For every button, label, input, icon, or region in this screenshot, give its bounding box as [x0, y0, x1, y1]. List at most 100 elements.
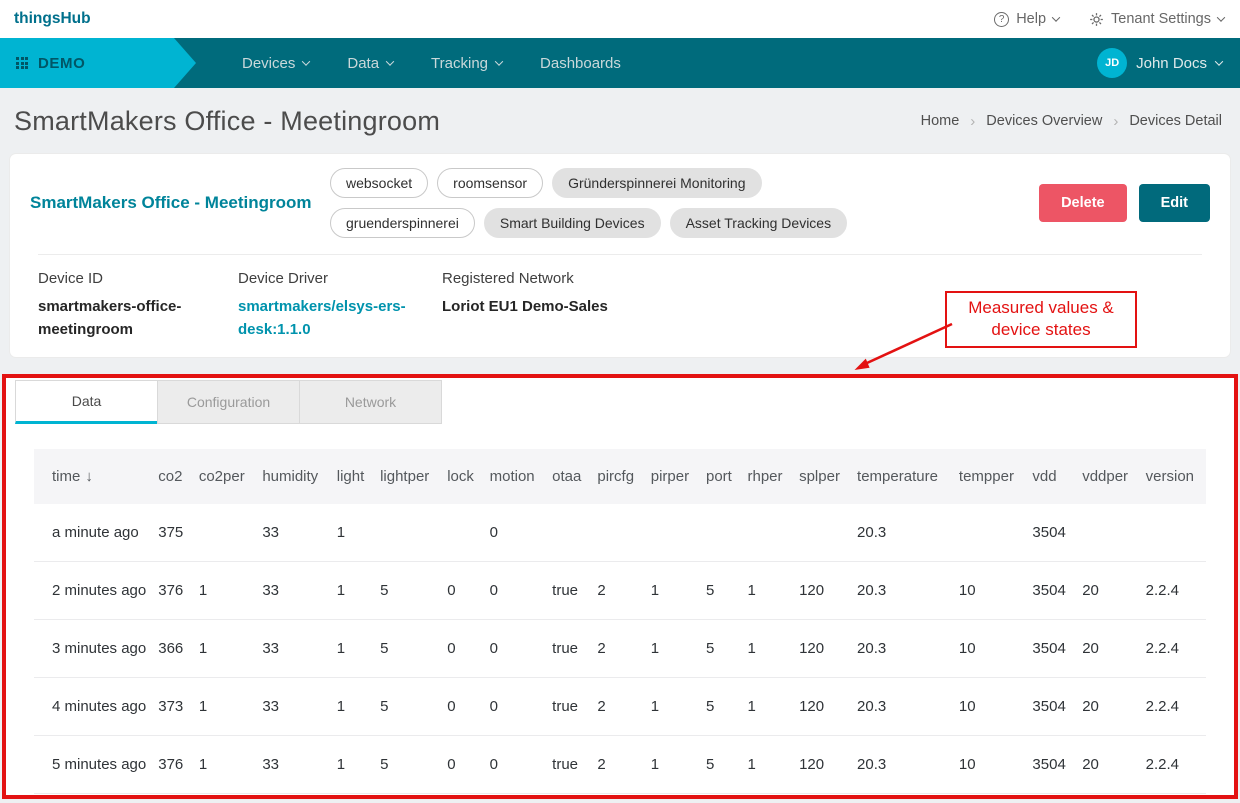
column-header-co2per[interactable]: co2per [193, 449, 256, 504]
tenant-settings-menu[interactable]: Tenant Settings [1089, 11, 1224, 27]
table-cell [742, 504, 794, 562]
column-header-otaa[interactable]: otaa [546, 449, 591, 504]
table-cell: 3504 [1026, 504, 1076, 562]
user-menu[interactable]: JD John Docs [1097, 48, 1222, 78]
table-cell: 1 [331, 678, 374, 736]
column-header-humidity[interactable]: humidity [256, 449, 330, 504]
table-cell: 33 [256, 678, 330, 736]
table-cell: 1 [193, 678, 256, 736]
nav-item-tracking[interactable]: Tracking [431, 55, 502, 72]
table-cell: 5 [700, 562, 742, 620]
table-cell: 1 [331, 736, 374, 794]
column-header-splper[interactable]: splper [793, 449, 851, 504]
table-cell: 2.2.4 [1140, 620, 1206, 678]
page-title: SmartMakers Office - Meetingroom [14, 106, 440, 137]
breadcrumb: Home›Devices Overview›Devices Detail [921, 113, 1222, 130]
table-cell: true [546, 562, 591, 620]
table-cell: 20.3 [851, 504, 953, 562]
table-cell: 1 [331, 620, 374, 678]
tenant-name: DEMO [38, 55, 85, 72]
column-header-motion[interactable]: motion [484, 449, 547, 504]
field-value[interactable]: smartmakers/elsys-ers-desk:1.1.0 [238, 296, 410, 341]
device-name: SmartMakers Office - Meetingroom [30, 193, 330, 213]
annotation-note: Measured values & device states [945, 291, 1137, 348]
tenant-selector[interactable]: DEMO [0, 38, 196, 88]
table-cell: 376 [152, 736, 193, 794]
chevron-down-icon [1217, 13, 1225, 21]
column-header-co2[interactable]: co2 [152, 449, 193, 504]
table-cell: 5 [374, 736, 441, 794]
screen: thingsHub ? Help Tenant Settings DEMO De… [0, 0, 1240, 803]
table-cell: 1 [645, 620, 700, 678]
nav-item-label: Dashboards [540, 55, 621, 72]
column-header-version[interactable]: version [1140, 449, 1206, 504]
field-label: Device Driver [238, 270, 410, 287]
column-header-lock[interactable]: lock [441, 449, 483, 504]
table-cell: 1 [645, 736, 700, 794]
table-cell: 0 [441, 736, 483, 794]
column-header-light[interactable]: light [331, 449, 374, 504]
table-cell: 4 minutes ago [34, 678, 152, 736]
table-header-row: time↓co2co2perhumiditylightlightperlockm… [34, 449, 1206, 504]
column-header-tempper[interactable]: tempper [953, 449, 1027, 504]
table-cell: 2 [591, 736, 644, 794]
breadcrumb-item[interactable]: Devices Overview [986, 113, 1102, 129]
table-cell: 1 [645, 562, 700, 620]
table-cell: 3 minutes ago [34, 620, 152, 678]
field-label: Registered Network [442, 270, 772, 287]
column-header-time[interactable]: time↓ [34, 449, 152, 504]
table-cell: 1 [331, 562, 374, 620]
nav-item-dashboards[interactable]: Dashboards [540, 55, 621, 72]
table-cell: 3504 [1026, 562, 1076, 620]
avatar: JD [1097, 48, 1127, 78]
device-tag[interactable]: websocket [330, 168, 428, 198]
table-cell: 1 [742, 736, 794, 794]
column-header-rhper[interactable]: rhper [742, 449, 794, 504]
app-logo[interactable]: thingsHub [14, 10, 91, 28]
column-header-pircfg[interactable]: pircfg [591, 449, 644, 504]
column-header-pirper[interactable]: pirper [645, 449, 700, 504]
device-tag[interactable]: Gründerspinnerei Monitoring [552, 168, 761, 198]
tab-configuration[interactable]: Configuration [157, 380, 300, 424]
table-cell: 5 [374, 562, 441, 620]
table-cell: 33 [256, 620, 330, 678]
table-cell: 1 [193, 736, 256, 794]
page-head: SmartMakers Office - Meetingroom Home › De… [0, 88, 1240, 154]
breadcrumb-separator-icon: › [970, 113, 975, 130]
delete-button[interactable]: Delete [1039, 184, 1127, 222]
help-menu[interactable]: ? Help [994, 11, 1059, 27]
table-cell: 3504 [1026, 620, 1076, 678]
table-cell: 33 [256, 504, 330, 562]
device-field: Device IDsmartmakers-office-meetingroom [38, 270, 206, 341]
column-header-port[interactable]: port [700, 449, 742, 504]
device-tag[interactable]: Asset Tracking Devices [670, 208, 848, 238]
column-header-vddper[interactable]: vddper [1076, 449, 1139, 504]
table-cell: 5 [374, 678, 441, 736]
device-tag[interactable]: Smart Building Devices [484, 208, 661, 238]
nav-item-data[interactable]: Data [347, 55, 393, 72]
column-header-lightper[interactable]: lightper [374, 449, 441, 504]
tab-data[interactable]: Data [15, 380, 158, 424]
table-cell [591, 504, 644, 562]
table-cell: 375 [152, 504, 193, 562]
column-header-temperature[interactable]: temperature [851, 449, 953, 504]
edit-button[interactable]: Edit [1139, 184, 1210, 222]
table-cell: 5 [700, 620, 742, 678]
gear-icon [1089, 12, 1104, 27]
nav-item-devices[interactable]: Devices [242, 55, 309, 72]
table-cell: 373 [152, 678, 193, 736]
table-cell: 2 [591, 678, 644, 736]
device-tag[interactable]: roomsensor [437, 168, 543, 198]
table-cell: 366 [152, 620, 193, 678]
device-tag[interactable]: gruenderspinnerei [330, 208, 475, 238]
table-cell: 3504 [1026, 736, 1076, 794]
device-field: Registered NetworkLoriot EU1 Demo-Sales [442, 270, 772, 341]
column-header-vdd[interactable]: vdd [1026, 449, 1076, 504]
table-cell: 20.3 [851, 620, 953, 678]
tab-network[interactable]: Network [299, 380, 442, 424]
breadcrumb-item[interactable]: Home [921, 113, 960, 129]
user-name: John Docs [1136, 55, 1207, 72]
nav-items: Devices Data Tracking Dashboards [242, 55, 621, 72]
table-cell: 1 [742, 562, 794, 620]
breadcrumb-separator-icon: › [1113, 113, 1118, 130]
